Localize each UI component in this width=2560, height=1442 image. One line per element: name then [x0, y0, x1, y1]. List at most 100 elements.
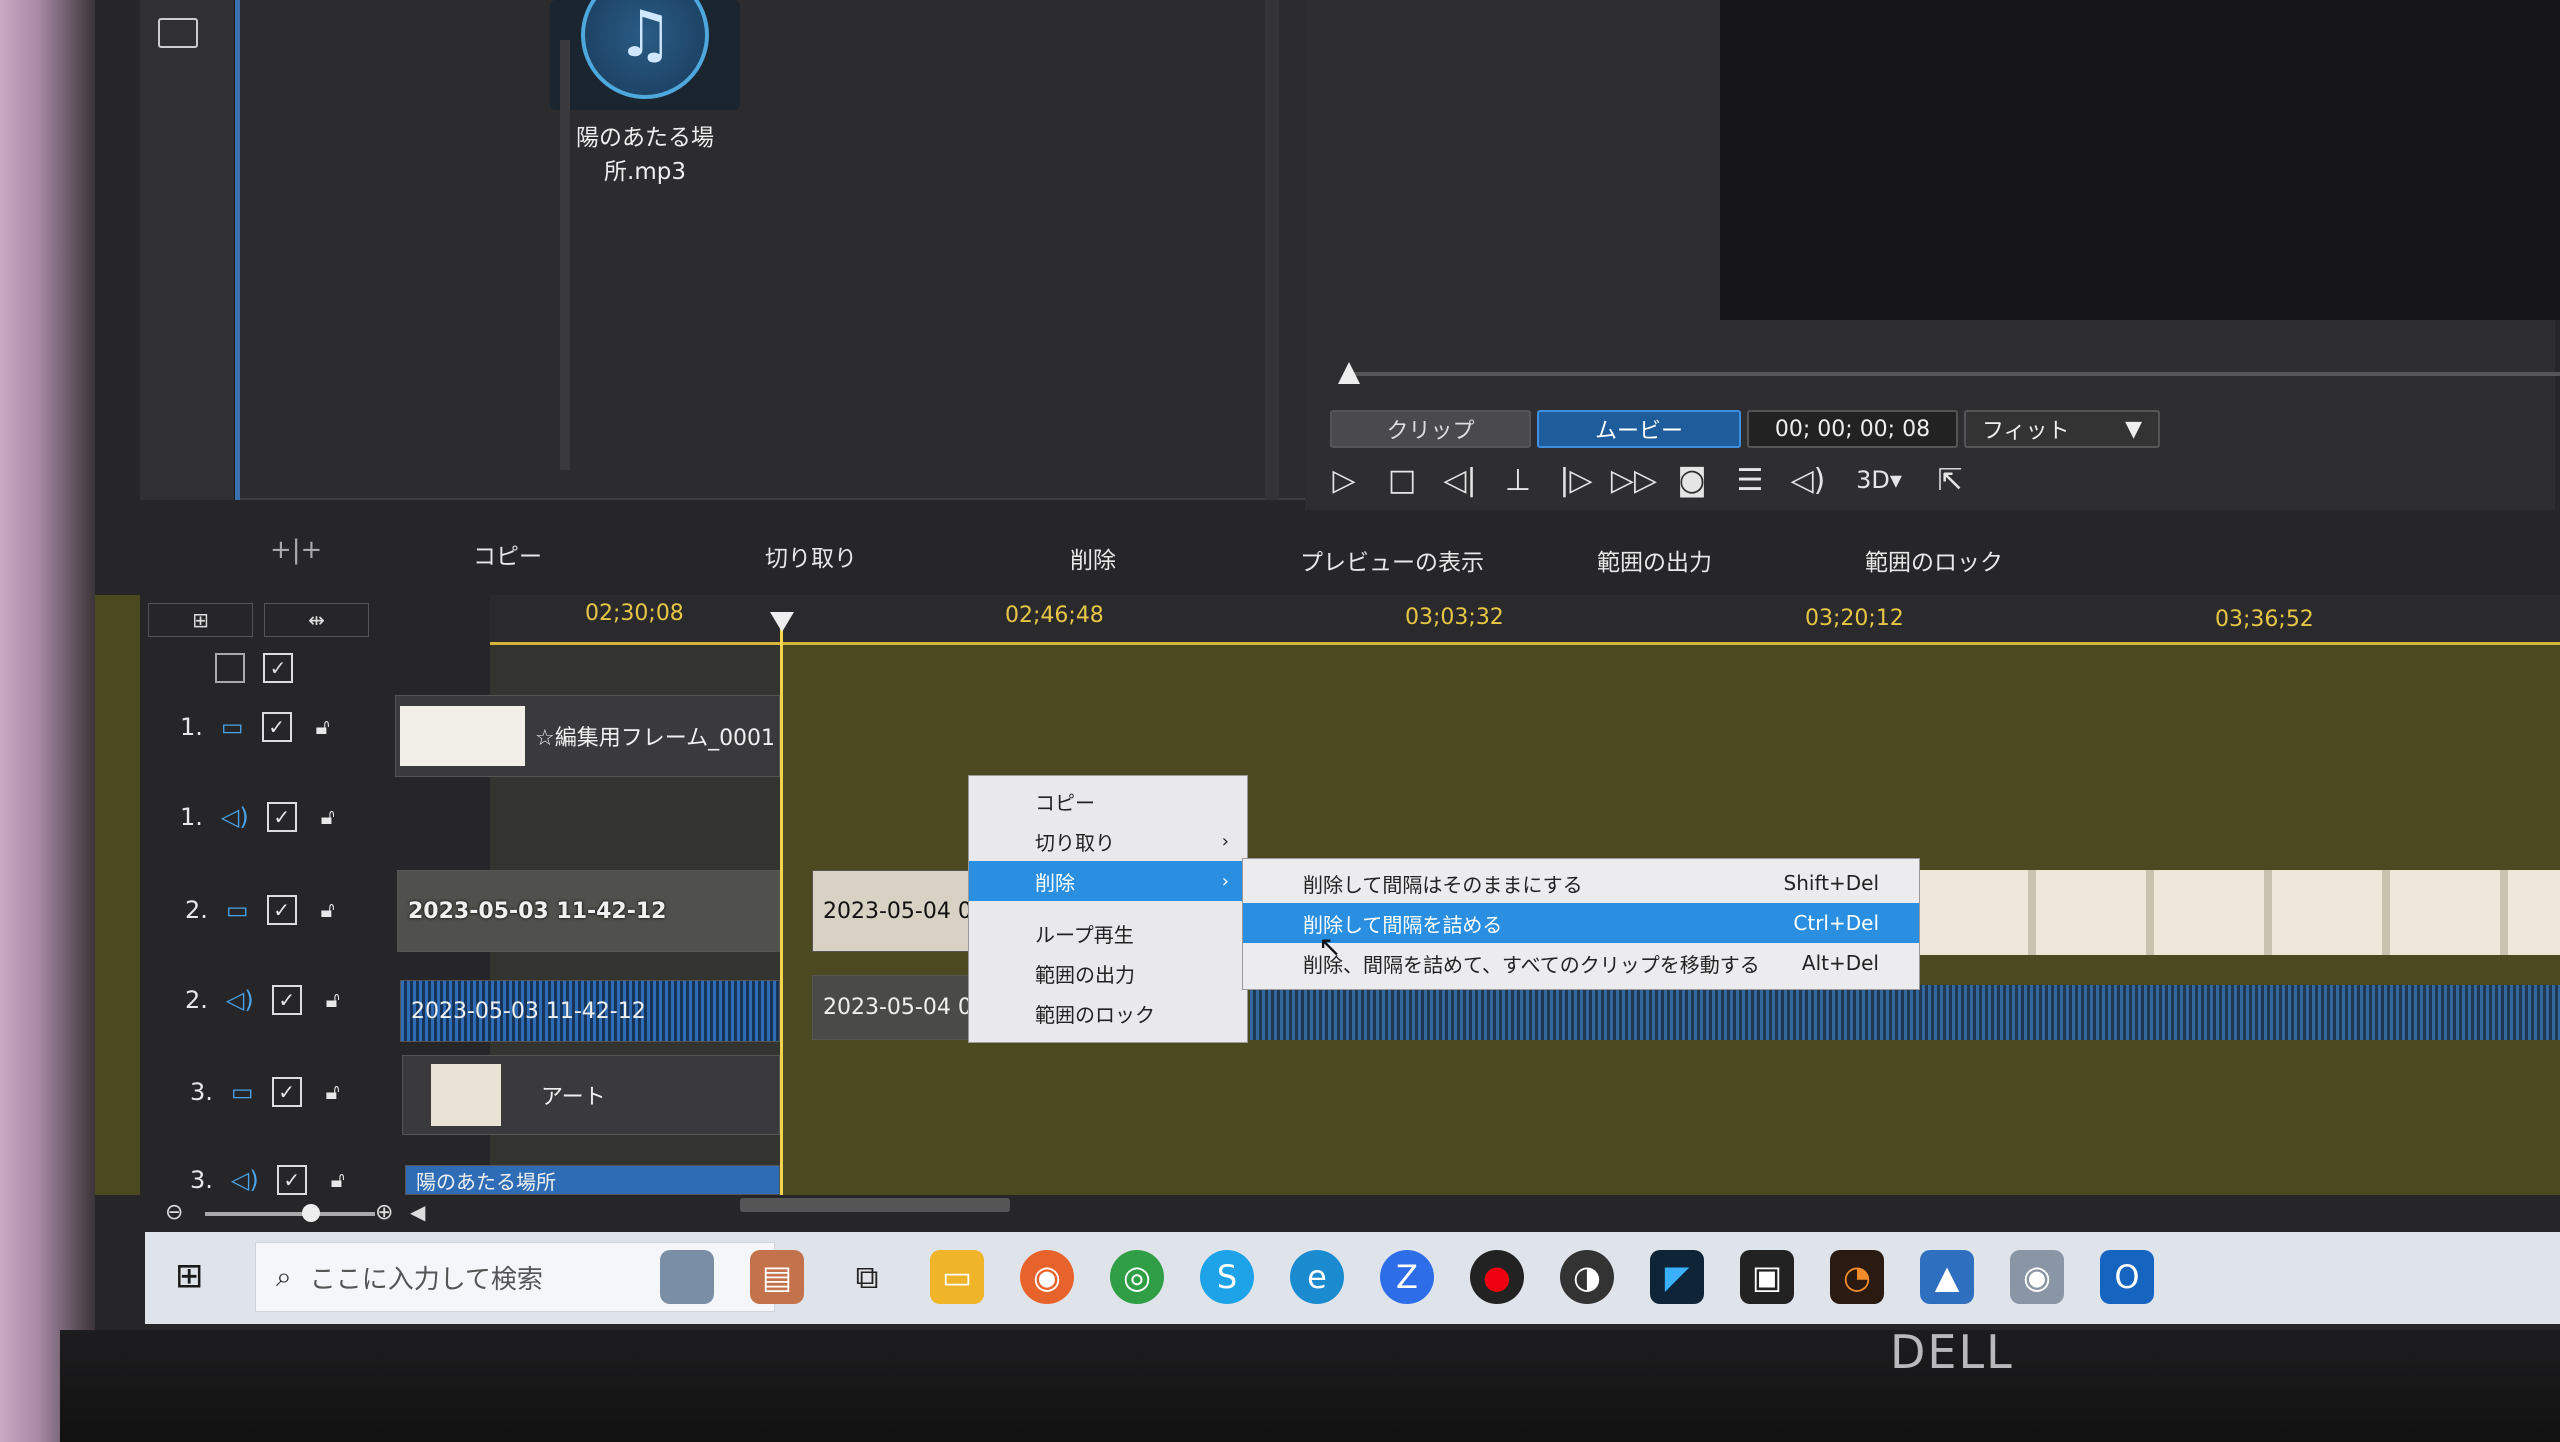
- copy-button[interactable]: コピー: [473, 537, 542, 571]
- stop-icon[interactable]: □: [1380, 458, 1424, 502]
- playback-controls: ▷ □ ◁| ⊥ |▷ ▷▷ ◙ ☰ ◁) 3D ▾ ⇱: [1322, 458, 1972, 502]
- skype-icon[interactable]: S: [1200, 1250, 1254, 1304]
- menu-item-cut[interactable]: 切り取り ›: [969, 821, 1247, 861]
- frame-clip[interactable]: ☆編集用フレーム_0001: [395, 695, 780, 777]
- task-view-icon[interactable]: ⧉: [840, 1250, 894, 1304]
- unlock-icon[interactable]: 🔓︎: [310, 714, 336, 740]
- fast-forward-icon[interactable]: ▷▷: [1611, 458, 1657, 502]
- unlock-icon[interactable]: 🔓︎: [315, 897, 341, 923]
- menu-item-copy[interactable]: コピー: [969, 781, 1247, 821]
- unlock-icon[interactable]: 🔓︎: [325, 1167, 351, 1193]
- ruler-label: 02;46;48: [1005, 603, 1104, 628]
- unlock-icon[interactable]: 🔓︎: [315, 804, 341, 830]
- camera-icon[interactable]: ◉: [2010, 1250, 2064, 1304]
- zoom-slider-handle[interactable]: [302, 1204, 320, 1222]
- track-row: 1. ◁) ✓ 🔓︎: [180, 802, 341, 832]
- firefox-icon[interactable]: ◉: [1020, 1250, 1074, 1304]
- delete-button[interactable]: 削除: [1070, 541, 1116, 575]
- background-wall: [0, 0, 95, 1442]
- preview-seekbar[interactable]: [1345, 372, 2560, 376]
- submenu-item-delete-close-gap[interactable]: 削除して間隔を詰める Ctrl+Del: [1243, 903, 1919, 943]
- track-enable-checkbox[interactable]: ✓: [271, 985, 302, 1015]
- unlock-icon[interactable]: 🔓︎: [320, 1079, 346, 1105]
- add-track-icon[interactable]: ⊞: [148, 603, 253, 637]
- timeline-ruler[interactable]: 02;30;08 02;46;48 03;03;32 03;20;12 03;3…: [390, 595, 2560, 645]
- seek-handle-icon[interactable]: [1338, 362, 1360, 384]
- record-icon[interactable]: ●: [1470, 1250, 1524, 1304]
- menu-item-label: 範囲のロック: [1035, 1002, 1155, 1027]
- menu-item-delete[interactable]: 削除 ›: [969, 861, 1247, 901]
- snapshot-icon[interactable]: ◙: [1670, 458, 1714, 502]
- audio-clip[interactable]: 2023-05-03 11-42-12: [400, 980, 780, 1042]
- media-item[interactable]: ♫ 陽のあたる場所.mp3: [550, 0, 740, 186]
- track-enable-checkbox[interactable]: ✓: [266, 895, 297, 925]
- next-frame-icon[interactable]: |▷: [1554, 458, 1598, 502]
- timeline-scrollbar[interactable]: [740, 1198, 1010, 1212]
- subtitle-icon[interactable]: ☰: [1728, 458, 1772, 502]
- menu-item-range-lock[interactable]: 範囲のロック: [969, 993, 1247, 1033]
- audio-clip[interactable]: 陽のあたる場所: [405, 1165, 780, 1195]
- track-enable-checkbox[interactable]: ✓: [266, 802, 297, 832]
- subtitle-icon[interactable]: [158, 18, 198, 48]
- track-enable-checkbox[interactable]: ✓: [276, 1165, 307, 1195]
- art-clip[interactable]: アート: [402, 1055, 780, 1135]
- video-clip[interactable]: 2023-05-04 0: [812, 870, 972, 952]
- track-enable-checkbox[interactable]: ✓: [261, 712, 292, 742]
- playhead[interactable]: [780, 615, 783, 1195]
- media-scrollbar[interactable]: [560, 40, 570, 470]
- all-tracks-display-icon[interactable]: [215, 653, 245, 683]
- zoom-in-icon[interactable]: ⊕: [375, 1200, 393, 1225]
- range-lock-button[interactable]: 範囲のロック: [1865, 543, 2003, 577]
- playhead-marker-icon[interactable]: [770, 612, 794, 632]
- submenu-item-delete-keep-gap[interactable]: 削除して間隔はそのままにする Shift+Del: [1243, 863, 1919, 903]
- obs-icon[interactable]: ◑: [1560, 1250, 1614, 1304]
- track-enable-checkbox[interactable]: ✓: [271, 1077, 302, 1107]
- show-preview-button[interactable]: プレビューの表示: [1300, 543, 1484, 577]
- undock-icon[interactable]: ⇱: [1928, 458, 1972, 502]
- fit-timeline-icon[interactable]: ⇹: [264, 603, 369, 637]
- menu-item-loop[interactable]: ループ再生: [969, 913, 1247, 953]
- 3d-button[interactable]: 3D ▾: [1844, 458, 1914, 502]
- submenu-item-delete-move-all[interactable]: 削除、間隔を詰めて、すべてのクリップを移動する Alt+Del: [1243, 943, 1919, 983]
- audio-waveform[interactable]: [1250, 985, 2560, 1040]
- zoom-slider[interactable]: [205, 1212, 375, 1216]
- timer-app-icon[interactable]: ◔: [1830, 1250, 1884, 1304]
- video-clip-thumbnails[interactable]: [1918, 870, 2560, 955]
- all-tracks-enable-checkbox[interactable]: ✓: [263, 653, 293, 683]
- unlock-icon[interactable]: 🔓︎: [320, 987, 346, 1013]
- zoom-out-icon[interactable]: ⊖: [165, 1200, 183, 1225]
- photo-director-icon[interactable]: ▣: [1740, 1250, 1794, 1304]
- briefcase-icon[interactable]: ▤: [750, 1250, 804, 1304]
- fit-select[interactable]: フィット ▼: [1964, 410, 2160, 448]
- chrome-icon[interactable]: ◎: [1110, 1250, 1164, 1304]
- previous-frame-icon[interactable]: ◁|: [1438, 458, 1482, 502]
- menu-item-range-output[interactable]: 範囲の出力: [969, 953, 1247, 993]
- media-scrollbar-right[interactable]: [1265, 0, 1279, 500]
- file-explorer-icon[interactable]: ▭: [930, 1250, 984, 1304]
- delete-submenu: 削除して間隔はそのままにする Shift+Del 削除して間隔を詰める Ctrl…: [1242, 858, 1920, 990]
- photos-icon[interactable]: ▲: [1920, 1250, 1974, 1304]
- video-clip[interactable]: 2023-05-03 11-42-12: [397, 870, 780, 952]
- windows-start-icon[interactable]: ⊞: [175, 1256, 204, 1296]
- zoom-app-icon[interactable]: Z: [1380, 1250, 1434, 1304]
- edge-icon[interactable]: e: [1290, 1250, 1344, 1304]
- audio-clip[interactable]: 2023-05-04 0: [812, 975, 972, 1040]
- range-output-button[interactable]: 範囲の出力: [1597, 543, 1712, 577]
- split-tool-icon[interactable]: +|+: [270, 535, 322, 565]
- video-track-icon: ▭: [230, 1078, 254, 1106]
- art-thumbnail: [431, 1064, 501, 1126]
- menu-item-label: ループ再生: [1035, 922, 1134, 947]
- scroll-left-icon[interactable]: ◀: [410, 1200, 425, 1224]
- play-icon[interactable]: ▷: [1322, 458, 1366, 502]
- clip-mode-button[interactable]: クリップ: [1330, 410, 1531, 448]
- split-icon[interactable]: ⊥: [1496, 458, 1540, 502]
- menu-item-label: コピー: [1035, 790, 1095, 815]
- movie-mode-button[interactable]: ムービー: [1537, 410, 1741, 448]
- video-editor-icon[interactable]: ◤: [1650, 1250, 1704, 1304]
- outlook-icon[interactable]: O: [2100, 1250, 2154, 1304]
- work-folder-icon[interactable]: [660, 1250, 714, 1304]
- volume-icon[interactable]: ◁): [1786, 458, 1830, 502]
- timecode-display[interactable]: 00; 00; 00; 08: [1747, 410, 1958, 448]
- 3d-label: 3D: [1856, 466, 1890, 494]
- cut-button[interactable]: 切り取り: [765, 539, 857, 573]
